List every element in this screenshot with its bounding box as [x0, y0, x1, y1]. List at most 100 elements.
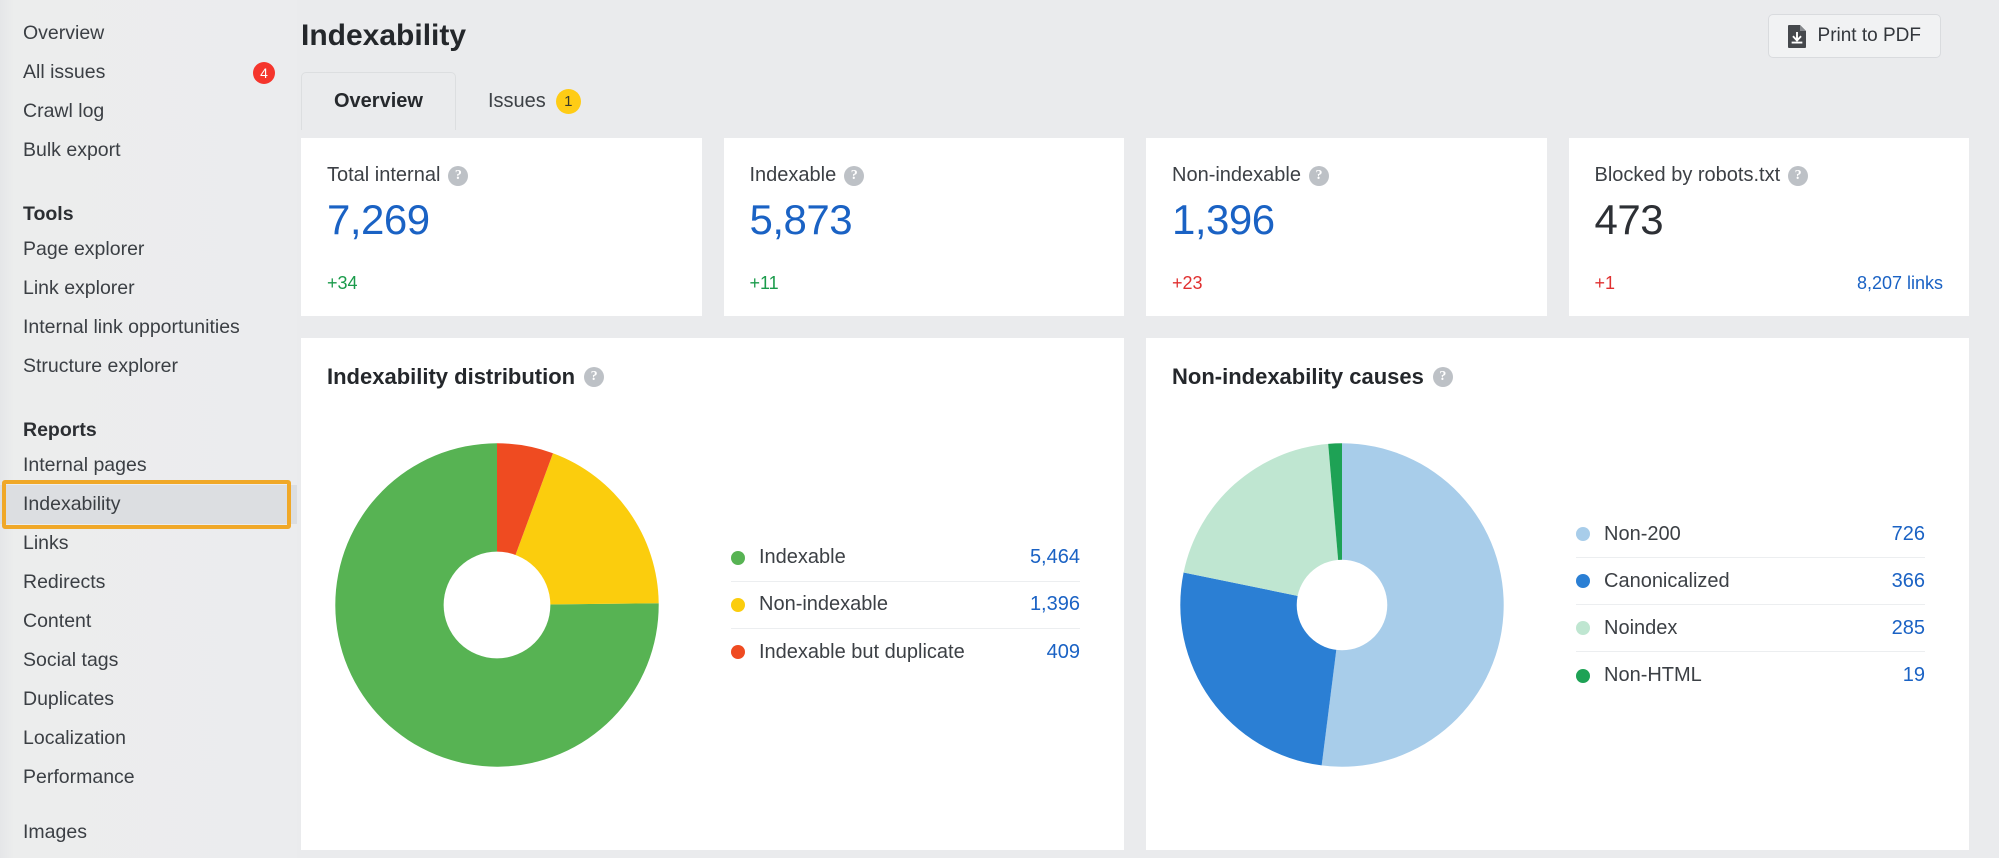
- sidebar-item-images[interactable]: Images: [0, 813, 297, 852]
- content-area: Total internal? 7,269 +34 Indexable? 5,873 +1…: [301, 138, 1999, 850]
- sidebar-item-internal-link-opportunities[interactable]: Internal link opportunities: [0, 308, 297, 347]
- sidebar-item-label: Internal pages: [23, 454, 147, 476]
- sidebar-item-label: Content: [23, 610, 92, 632]
- sidebar-item-label: Links: [23, 532, 69, 554]
- sidebar-item-label: Indexability: [23, 493, 121, 515]
- chart-card: Indexability distribution? Indexable 5,464…: [301, 338, 1124, 850]
- donut-wrapper: [327, 390, 667, 820]
- tab-bar: Overview Issues 1: [301, 72, 1999, 130]
- legend-value[interactable]: 1,396: [1030, 593, 1080, 616]
- sidebar-item-internal-pages[interactable]: Internal pages: [0, 446, 297, 485]
- sidebar-item-social-tags[interactable]: Social tags: [0, 641, 297, 680]
- legend-row[interactable]: Non-200 726: [1576, 511, 1925, 558]
- main-content: Indexability Print to PDF Overview Issues…: [297, 0, 1999, 858]
- sidebar-group-reports: Reports: [23, 419, 97, 441]
- legend-row[interactable]: Non-indexable 1,396: [731, 582, 1080, 629]
- chart-legend: Non-200 726 Canonicalized 366 Noindex 285 Non-…: [1512, 511, 1943, 699]
- sidebar-item-label: Overview: [23, 22, 105, 44]
- stat-card-footer: +1 8,207 links: [1595, 273, 1944, 294]
- legend-color-dot: [1576, 527, 1590, 541]
- sidebar-item-links[interactable]: Links: [0, 524, 297, 563]
- stat-card: Blocked by robots.txt? 473 +1 8,207 links: [1568, 138, 1969, 316]
- chart-title: Non-indexability causes?: [1172, 364, 1943, 390]
- tab-badge: 1: [555, 88, 581, 114]
- stat-card-extra-link[interactable]: 8,207 links: [1857, 273, 1943, 294]
- donut-chart: [1180, 443, 1504, 767]
- sidebar-item-crawl-log[interactable]: Crawl log: [0, 92, 297, 131]
- stat-card-label: Non-indexable?: [1172, 164, 1521, 187]
- legend-value[interactable]: 726: [1892, 523, 1925, 546]
- legend-color-dot: [1576, 668, 1590, 683]
- print-to-pdf-button[interactable]: Print to PDF: [1767, 14, 1941, 58]
- stat-card-label-text: Blocked by robots.txt: [1594, 164, 1781, 186]
- stat-card-delta: +23: [1172, 273, 1203, 293]
- sidebar-item-indexability[interactable]: Indexability: [0, 480, 297, 529]
- sidebar-item-label: Link explorer: [23, 277, 135, 299]
- legend-row[interactable]: Noindex 285: [1576, 605, 1925, 652]
- help-icon[interactable]: ?: [1788, 165, 1809, 186]
- tab-label: Issues: [487, 89, 546, 112]
- sidebar-item-structure-explorer[interactable]: Structure explorer: [0, 347, 297, 386]
- stat-card: Non-indexable? 1,396 +23: [1146, 138, 1547, 316]
- legend-value[interactable]: 409: [1047, 641, 1080, 664]
- help-icon[interactable]: ?: [584, 367, 605, 387]
- sidebar-item-bulk-export[interactable]: Bulk export: [0, 131, 297, 170]
- sidebar-item-page-explorer[interactable]: Page explorer: [0, 230, 297, 269]
- help-icon[interactable]: ?: [1308, 165, 1329, 186]
- sidebar-item-localization[interactable]: Localization: [0, 719, 297, 758]
- stat-card-label: Blocked by robots.txt?: [1595, 164, 1944, 187]
- help-icon[interactable]: ?: [448, 165, 469, 186]
- chart-card-row: Indexability distribution? Indexable 5,464…: [301, 338, 1969, 850]
- sidebar-item-all-issues[interactable]: All issues 4: [0, 53, 297, 92]
- sidebar-item-overview[interactable]: Overview: [0, 14, 297, 53]
- donut-hole: [1296, 559, 1388, 651]
- legend-label: Non-200: [1604, 522, 1681, 545]
- legend-row[interactable]: Indexable but duplicate 409: [731, 629, 1080, 676]
- legend-row[interactable]: Non-HTML 19: [1576, 652, 1925, 699]
- stat-card-footer: +34: [327, 273, 676, 294]
- legend-row[interactable]: Canonicalized 366: [1576, 558, 1925, 605]
- chart-title-text: Indexability distribution: [327, 364, 576, 389]
- page-header: Indexability Print to PDF: [301, 0, 1999, 72]
- sidebar-item-duplicates[interactable]: Duplicates: [0, 680, 297, 719]
- print-to-pdf-label: Print to PDF: [1817, 25, 1921, 46]
- legend-color-dot: [731, 550, 745, 565]
- sidebar-item-redirects[interactable]: Redirects: [0, 563, 297, 602]
- legend-value[interactable]: 5,464: [1030, 546, 1080, 569]
- sidebar-item-performance[interactable]: Performance: [0, 758, 297, 797]
- legend-label: Non-HTML: [1604, 664, 1702, 686]
- sidebar-item-label: Images: [23, 821, 87, 843]
- sidebar-item-badge: 4: [253, 61, 275, 84]
- legend-value[interactable]: 366: [1892, 570, 1925, 593]
- legend-value[interactable]: 19: [1903, 664, 1925, 687]
- tab-issues[interactable]: Issues 1: [456, 72, 613, 130]
- stat-card-delta: +34: [327, 273, 358, 293]
- legend-value[interactable]: 285: [1892, 617, 1925, 640]
- sidebar-item-label: Duplicates: [23, 688, 115, 710]
- legend-color-dot: [1576, 574, 1590, 588]
- sidebar-item-label: Redirects: [23, 571, 106, 593]
- help-icon[interactable]: ?: [844, 165, 865, 186]
- legend-color-dot: [731, 645, 745, 659]
- stat-card-value: 1,396: [1172, 196, 1275, 243]
- stat-card-label: Indexable?: [750, 164, 1099, 187]
- legend-label: Indexable: [759, 546, 846, 568]
- sidebar-item-label: Crawl log: [23, 100, 105, 122]
- stat-card-footer: +23: [1172, 273, 1521, 294]
- stat-card-row: Total internal? 7,269 +34 Indexable? 5,873 +1…: [301, 138, 1969, 316]
- stat-card-label-text: Total internal: [327, 164, 441, 186]
- tab-overview[interactable]: Overview: [301, 72, 456, 130]
- donut-hole: [443, 551, 551, 659]
- sidebar-item-label: Bulk export: [23, 139, 121, 161]
- help-icon[interactable]: ?: [1432, 367, 1453, 387]
- sidebar-item-link-explorer[interactable]: Link explorer: [0, 269, 297, 308]
- legend-row[interactable]: Indexable 5,464: [731, 535, 1080, 582]
- chart-legend: Indexable 5,464 Non-indexable 1,396 Indexabl…: [667, 535, 1098, 676]
- sidebar-group-tools: Tools: [23, 203, 74, 225]
- chart-title: Indexability distribution?: [327, 364, 1098, 390]
- stat-card-label-text: Non-indexable: [1172, 164, 1301, 186]
- sidebar-item-content[interactable]: Content: [0, 602, 297, 641]
- stat-card-label-text: Indexable: [749, 164, 837, 186]
- legend-color-dot: [1576, 621, 1590, 635]
